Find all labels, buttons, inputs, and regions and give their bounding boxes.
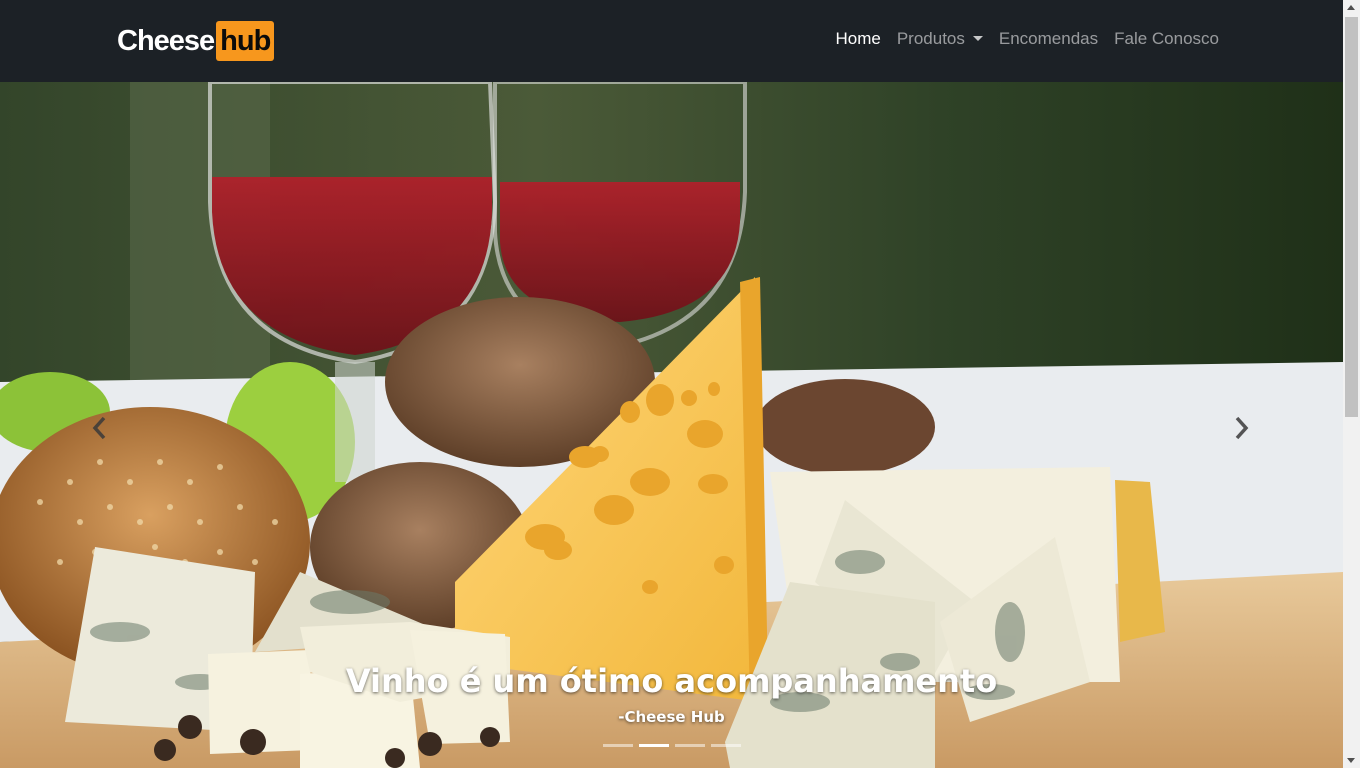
scroll-down-icon[interactable]	[1347, 758, 1355, 763]
carousel-indicator-3[interactable]	[675, 744, 705, 747]
nav-menu: Home Produtos Encomendas Fale Conosco	[819, 29, 1219, 49]
brand-logo-text: Cheese	[117, 24, 215, 57]
caret-down-icon	[972, 36, 983, 41]
carousel-next-button[interactable]	[1227, 410, 1257, 446]
chevron-right-icon	[1235, 416, 1249, 440]
brand-logo-badge: hub	[216, 21, 275, 61]
nav-item-encomendas[interactable]: Encomendas	[999, 29, 1098, 49]
page: Cheese hub Home Produtos Encomendas Fale…	[0, 0, 1343, 768]
nav-item-produtos[interactable]: Produtos	[897, 29, 983, 49]
brand-logo[interactable]: Cheese hub	[117, 21, 275, 61]
scroll-up-icon[interactable]	[1347, 5, 1355, 10]
scrollbar-thumb[interactable]	[1345, 17, 1358, 417]
carousel-caption-title: Vinho é um ótimo acompanhamento	[345, 662, 998, 700]
carousel-indicator-1[interactable]	[603, 744, 633, 747]
chevron-left-icon	[92, 416, 106, 440]
nav-item-home[interactable]: Home	[835, 29, 880, 49]
hero-carousel: Vinho é um ótimo acompanhamento -Cheese …	[0, 82, 1343, 768]
carousel-prev-button[interactable]	[84, 410, 114, 446]
carousel-indicator-4[interactable]	[711, 744, 741, 747]
carousel-caption-subtitle: -Cheese Hub	[618, 708, 725, 726]
nav-item-produtos-label: Produtos	[896, 29, 965, 48]
carousel-indicator-2[interactable]	[639, 744, 669, 747]
carousel-indicators	[603, 744, 741, 747]
navbar: Cheese hub Home Produtos Encomendas Fale…	[0, 0, 1343, 82]
vertical-scrollbar[interactable]	[1343, 0, 1360, 768]
nav-item-fale-conosco[interactable]: Fale Conosco	[1114, 29, 1219, 49]
